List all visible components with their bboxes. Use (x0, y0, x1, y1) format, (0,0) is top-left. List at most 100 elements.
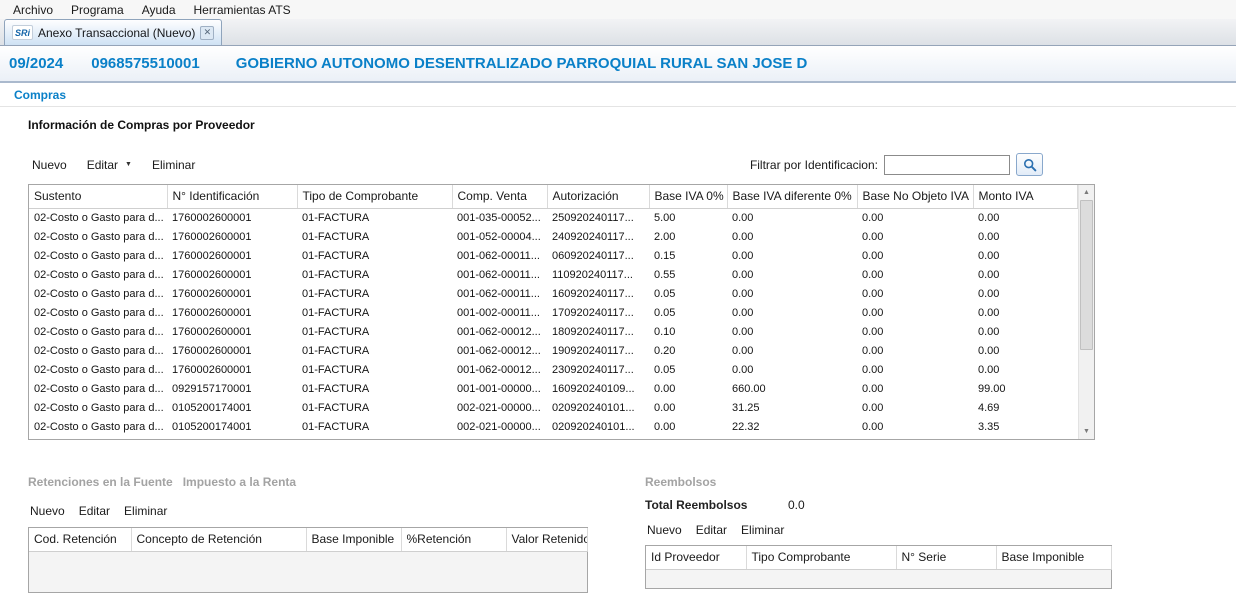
table-row[interactable]: 02-Costo o Gasto para d...17600026000010… (29, 265, 1077, 284)
reembolsos-editar-button[interactable]: Editar (694, 521, 729, 539)
column-header[interactable]: Id Proveedor (646, 546, 746, 569)
table-cell: 01-FACTURA (297, 303, 452, 322)
total-reembolsos-value: 0.0 (788, 498, 805, 512)
table-row[interactable]: 02-Costo o Gasto para d...17600026000010… (29, 360, 1077, 379)
table-cell: 01-FACTURA (297, 265, 452, 284)
filter-input[interactable] (884, 155, 1010, 175)
column-header[interactable]: Sustento (29, 185, 167, 208)
compras-toolbar: Nuevo Editar ▼ Eliminar Filtrar por Iden… (28, 153, 1094, 176)
total-reembolsos-row: Total Reembolsos 0.0 (645, 498, 1112, 512)
table-cell: 001-052-00004... (452, 227, 547, 246)
table-cell: 0.00 (857, 265, 973, 284)
table-cell: 0105200174001 (167, 398, 297, 417)
retenciones-eliminar-button[interactable]: Eliminar (122, 502, 169, 520)
table-cell: 1760002600001 (167, 322, 297, 341)
menu-item-ayuda[interactable]: Ayuda (133, 1, 185, 19)
column-header[interactable]: Base Imponible (996, 546, 1111, 569)
total-reembolsos-label: Total Reembolsos (645, 498, 788, 512)
table-cell: 0.00 (857, 379, 973, 398)
table-cell: 0.00 (973, 208, 1077, 227)
table-cell: 0.00 (727, 227, 857, 246)
bottom-panels: Retenciones en la Fuente Impuesto a la R… (28, 475, 1236, 593)
table-cell: 1760002600001 (167, 303, 297, 322)
table-cell: 02-Costo o Gasto para d... (29, 265, 167, 284)
tab-compras[interactable]: Compras (14, 88, 66, 102)
table-row[interactable]: 02-Costo o Gasto para d...17600026000010… (29, 303, 1077, 322)
table-cell: 250920240117... (547, 208, 649, 227)
table-cell: 0.00 (973, 246, 1077, 265)
column-header[interactable]: Cod. Retención (29, 528, 131, 551)
table-cell: 180920240117... (547, 322, 649, 341)
column-header[interactable]: Tipo Comprobante (746, 546, 896, 569)
editar-button[interactable]: Editar ▼ (83, 156, 136, 174)
column-header[interactable]: Comp. Venta (452, 185, 547, 208)
eliminar-button[interactable]: Eliminar (148, 156, 199, 174)
table-cell: 1760002600001 (167, 246, 297, 265)
table-row[interactable]: 02-Costo o Gasto para d...01052001740010… (29, 417, 1077, 436)
table-cell: 0.00 (727, 322, 857, 341)
table-row[interactable]: 02-Costo o Gasto para d...09291571700010… (29, 379, 1077, 398)
table-cell: 0.00 (973, 227, 1077, 246)
table-row[interactable]: 02-Costo o Gasto para d...17600026000010… (29, 341, 1077, 360)
table-cell: 0.00 (973, 322, 1077, 341)
table-row[interactable]: 02-Costo o Gasto para d...17600026000010… (29, 227, 1077, 246)
scrollbar-down-icon[interactable]: ▼ (1078, 424, 1095, 439)
table-row[interactable]: 02-Costo o Gasto para d...17600026000010… (29, 246, 1077, 265)
tab-anexo-transaccional[interactable]: SRi Anexo Transaccional (Nuevo) ✕ (4, 19, 222, 45)
column-header[interactable]: %Retención (401, 528, 506, 551)
vertical-scrollbar[interactable]: ▲ ▼ (1078, 185, 1095, 439)
column-header[interactable]: Base No Objeto IVA (857, 185, 973, 208)
reembolsos-eliminar-button[interactable]: Eliminar (739, 521, 786, 539)
scrollbar-thumb[interactable] (1080, 200, 1093, 350)
scrollbar-up-icon[interactable]: ▲ (1078, 185, 1095, 200)
column-header[interactable]: Base Imponible (306, 528, 401, 551)
retenciones-editar-button[interactable]: Editar (77, 502, 112, 520)
search-button[interactable] (1016, 153, 1043, 176)
table-cell: 01-FACTURA (297, 379, 452, 398)
table-cell: 01-FACTURA (297, 322, 452, 341)
table-cell: 0.00 (857, 227, 973, 246)
reembolsos-nuevo-button[interactable]: Nuevo (645, 521, 684, 539)
table-cell: 0.00 (857, 322, 973, 341)
column-header[interactable]: Autorización (547, 185, 649, 208)
nuevo-button[interactable]: Nuevo (28, 156, 71, 174)
column-header[interactable]: Valor Retenido (506, 528, 587, 551)
table-row[interactable]: 02-Costo o Gasto para d...01052001740010… (29, 398, 1077, 417)
column-header[interactable]: N° Identificación (167, 185, 297, 208)
retenciones-empty-area (29, 552, 587, 592)
close-icon[interactable]: ✕ (200, 26, 214, 40)
menu-item-archivo[interactable]: Archivo (4, 1, 62, 19)
period-label: 09/2024 (9, 55, 63, 72)
table-cell: 02-Costo o Gasto para d... (29, 341, 167, 360)
table-cell: 02-Costo o Gasto para d... (29, 360, 167, 379)
table-cell: 001-062-00011... (452, 246, 547, 265)
table-cell: 001-062-00011... (452, 265, 547, 284)
table-cell: 31.25 (727, 398, 857, 417)
retenciones-nuevo-button[interactable]: Nuevo (28, 502, 67, 520)
column-header[interactable]: Concepto de Retención (131, 528, 306, 551)
column-header[interactable]: Base IVA 0% (649, 185, 727, 208)
column-header[interactable]: Tipo de Comprobante (297, 185, 452, 208)
table-row[interactable]: 02-Costo o Gasto para d...17600026000010… (29, 322, 1077, 341)
table-row[interactable]: 02-Costo o Gasto para d...17600026000010… (29, 284, 1077, 303)
compras-table: SustentoN° IdentificaciónTipo de Comprob… (28, 184, 1095, 440)
table-cell: 060920240117... (547, 246, 649, 265)
column-header[interactable]: Monto IVA (973, 185, 1077, 208)
menu-item-programa[interactable]: Programa (62, 1, 133, 19)
column-header[interactable]: Base IVA diferente 0% (727, 185, 857, 208)
table-cell: 240920240117... (547, 227, 649, 246)
table-cell: 0.00 (727, 303, 857, 322)
compras-table-body: 02-Costo o Gasto para d...17600026000010… (29, 208, 1077, 436)
table-cell: 001-035-00052... (452, 208, 547, 227)
table-cell: 0.00 (973, 303, 1077, 322)
table-cell: 0.00 (973, 284, 1077, 303)
table-cell: 01-FACTURA (297, 246, 452, 265)
column-header[interactable]: N° Serie (896, 546, 996, 569)
chevron-down-icon[interactable]: ▼ (125, 161, 132, 168)
menu-item-herramientas-ats[interactable]: Herramientas ATS (185, 1, 300, 19)
table-cell: 0929157170001 (167, 379, 297, 398)
table-row[interactable]: 02-Costo o Gasto para d...17600026000010… (29, 208, 1077, 227)
table-cell: 02-Costo o Gasto para d... (29, 379, 167, 398)
reembolsos-empty-area (646, 570, 1111, 588)
table-cell: 020920240101... (547, 417, 649, 436)
